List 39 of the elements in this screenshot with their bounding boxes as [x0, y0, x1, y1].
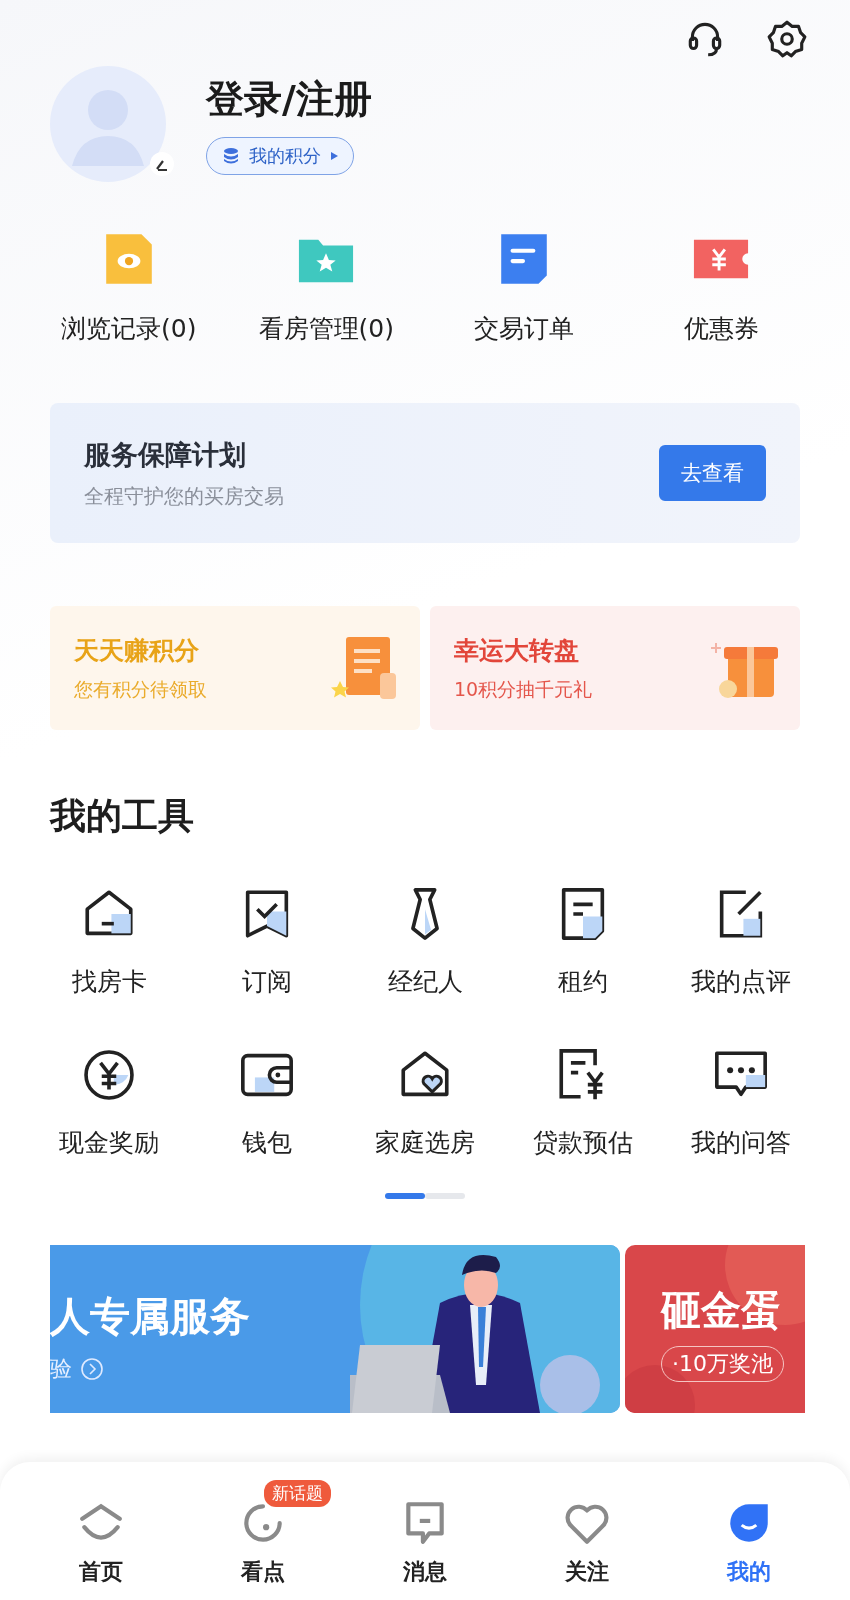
- promo-card[interactable]: 幸运大转盘 10积分抽千元礼: [430, 606, 800, 730]
- tool-label[interactable]: 贷款预估: [533, 1126, 633, 1159]
- tool-label[interactable]: 经纪人: [387, 965, 463, 998]
- tool-label[interactable]: 租约: [558, 965, 608, 998]
- tool-label[interactable]: 我的点评: [691, 965, 791, 998]
- banner-subtitle: 验: [50, 1355, 72, 1383]
- nav-tab[interactable]: 首页: [36, 1475, 166, 1587]
- nav-tab[interactable]: 消息: [360, 1475, 490, 1587]
- points-button[interactable]: 我的积分: [206, 136, 354, 175]
- nav-tab[interactable]: 我的: [684, 1475, 814, 1587]
- banner-title: 砸金蛋: [661, 1286, 782, 1335]
- promo-subtitle: 10积分抽千元礼: [454, 676, 593, 702]
- coin-stack-icon: [221, 145, 241, 166]
- quick-link-label[interactable]: 看房管理(0): [258, 312, 394, 345]
- promo-title: 幸运大转盘: [454, 634, 580, 667]
- settings-icon[interactable]: [766, 18, 808, 60]
- tool-label[interactable]: 我的问答: [691, 1126, 791, 1159]
- quick-link-label[interactable]: 浏览记录(0): [61, 312, 197, 345]
- tool-label[interactable]: 现金奖励: [59, 1126, 159, 1159]
- tool-label[interactable]: 钱包: [242, 1126, 292, 1159]
- nav-tab[interactable]: 关注: [522, 1475, 652, 1587]
- view-button[interactable]: 去查看: [659, 445, 766, 501]
- service-subtitle: 全程守护您的买房交易: [84, 482, 284, 510]
- quick-link-label[interactable]: 交易订单: [473, 312, 574, 345]
- promo-subtitle: 您有积分待领取: [74, 676, 207, 702]
- nav-tab[interactable]: 新话题 看点: [198, 1475, 328, 1587]
- quick-link-label[interactable]: 优惠券: [683, 312, 759, 345]
- section-title: 我的工具: [50, 794, 195, 838]
- new-badge: 新话题: [264, 1479, 331, 1507]
- tool-label[interactable]: 家庭选房: [375, 1126, 475, 1159]
- service-title: 服务保障计划: [84, 437, 247, 472]
- triangle-icon: [329, 150, 339, 161]
- chevron-icon: [80, 1357, 104, 1381]
- tool-label[interactable]: 找房卡: [71, 965, 147, 998]
- login-title[interactable]: 登录/注册: [206, 73, 372, 125]
- promo-banner[interactable]: 砸金蛋 ·10万奖池: [625, 1245, 805, 1413]
- promo-title: 天天赚积分: [74, 634, 200, 667]
- edit-icon[interactable]: [150, 152, 174, 176]
- tool-label[interactable]: 订阅: [242, 965, 292, 998]
